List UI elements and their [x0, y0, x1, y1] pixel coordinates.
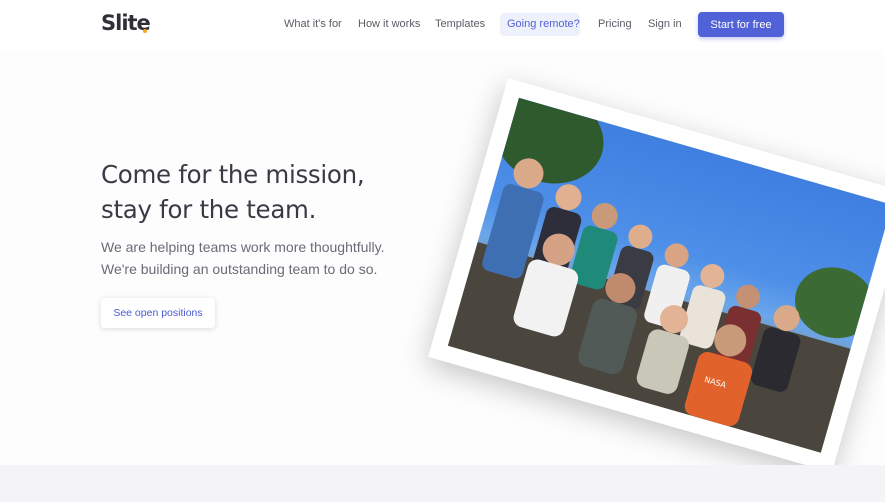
nav-link-how-it-works[interactable]: How it works — [358, 18, 420, 30]
logo-dot — [143, 29, 147, 33]
hero-title-line-2: stay for the team. — [101, 195, 317, 224]
see-open-positions-button[interactable]: See open positions — [101, 298, 215, 328]
nav-link-going-remote-label: Going remote? — [507, 18, 580, 30]
nav-link-going-remote[interactable]: Going remote? — [500, 13, 580, 36]
hero-title: Come for the mission, stay for the team. — [101, 157, 365, 227]
tree-foliage-right — [795, 267, 875, 339]
top-navigation: Slite What it's for How it works Templat… — [0, 0, 885, 50]
nav-link-sign-in[interactable]: Sign in — [648, 18, 682, 30]
nav-link-templates[interactable]: Templates — [435, 18, 485, 30]
hero-title-line-1: Come for the mission, — [101, 160, 365, 189]
start-for-free-button[interactable]: Start for free — [698, 12, 784, 37]
nav-link-pricing[interactable]: Pricing — [598, 18, 632, 30]
hero-subtitle-line-2: We're building an outstanding team to do… — [101, 261, 378, 277]
tree-foliage — [494, 97, 604, 184]
hero-subtitle-line-1: We are helping teams work more thoughtfu… — [101, 239, 385, 255]
next-section-strip — [0, 465, 885, 502]
nav-link-what-its-for[interactable]: What it's for — [284, 18, 342, 30]
hero-subtitle: We are helping teams work more thoughtfu… — [101, 236, 385, 280]
